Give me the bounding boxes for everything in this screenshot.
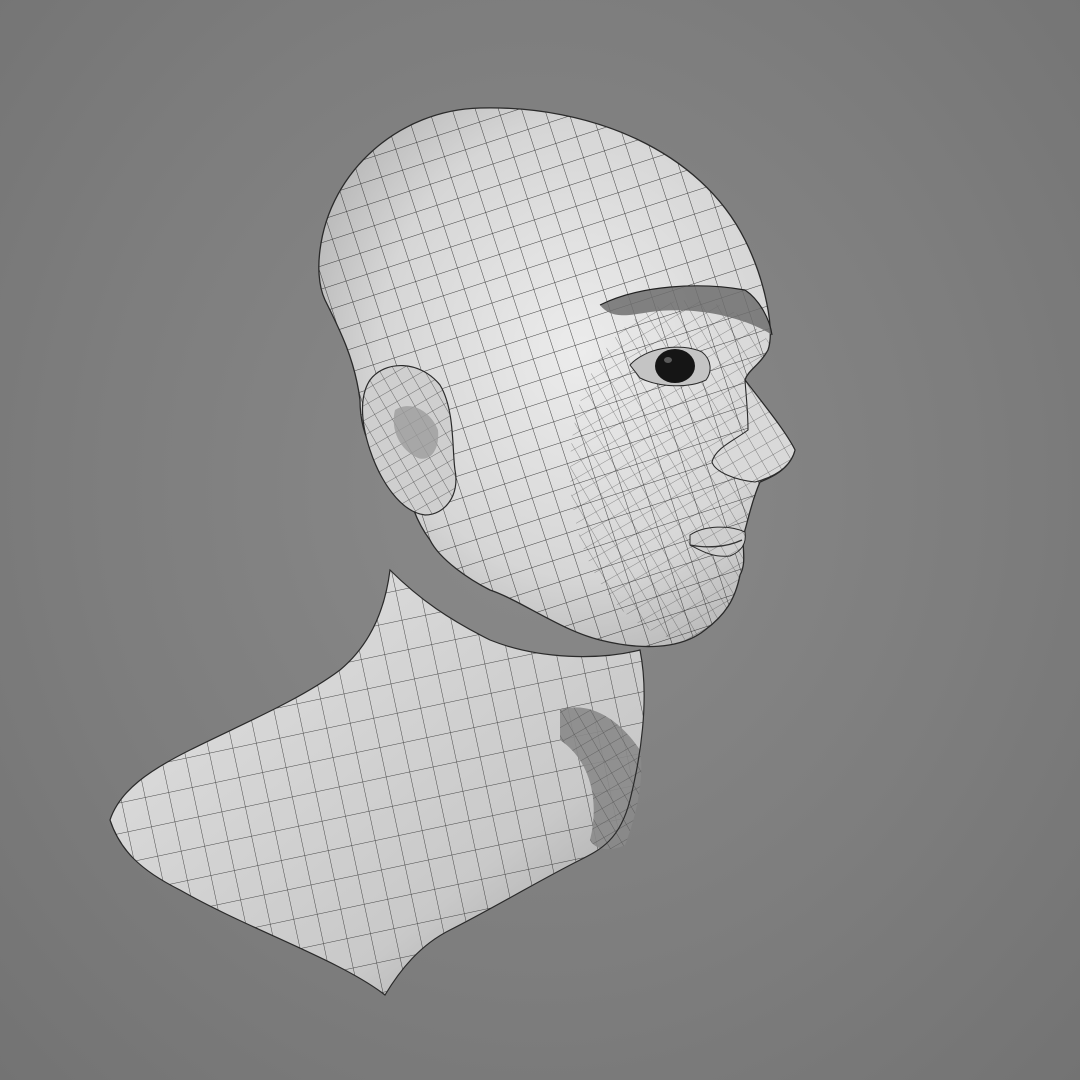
viewport-3d[interactable] [0, 0, 1080, 1080]
head-mesh-render [109, 107, 796, 996]
